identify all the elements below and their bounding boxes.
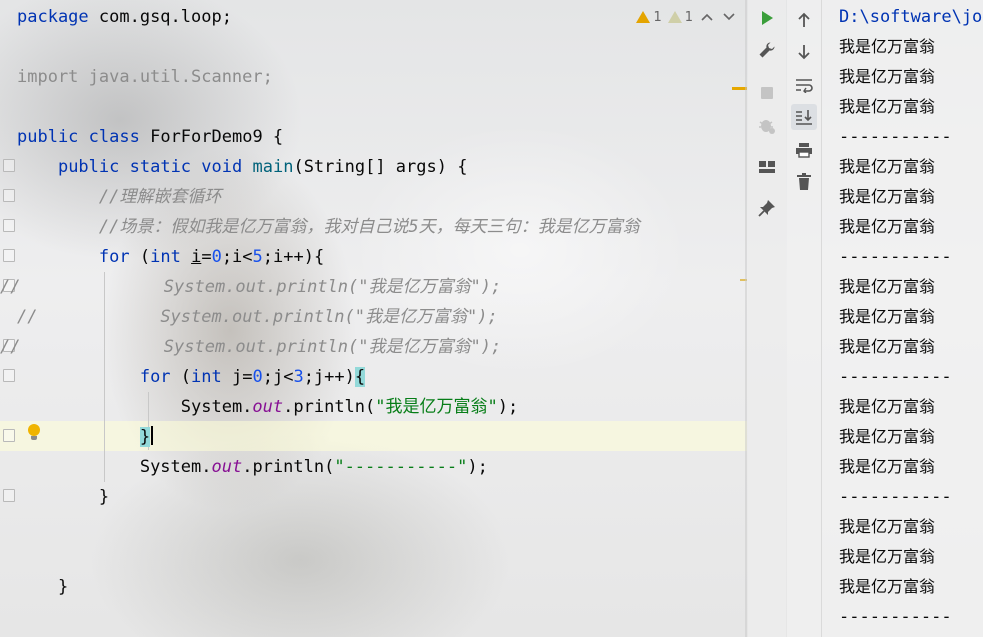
warning-icon: [636, 11, 651, 23]
console-separator: -----------: [839, 487, 952, 507]
code-line-10: // System.out.println("我是亿万富翁");: [0, 277, 502, 297]
console-output[interactable]: D:\software\jo 我是亿万富翁 我是亿万富翁 我是亿万富翁 ----…: [822, 0, 983, 637]
code-line-6: public static void main(String[] args) {: [57, 157, 468, 177]
chevron-up-icon[interactable]: [699, 9, 715, 25]
code-line-16: System.out.println("-----------");: [139, 457, 488, 477]
trash-icon[interactable]: [791, 169, 817, 195]
console-separator: -----------: [839, 607, 952, 627]
editor-scrollbar[interactable]: [745, 0, 747, 637]
scroll-to-end-icon[interactable]: [791, 104, 817, 130]
arrow-up-icon[interactable]: [791, 7, 817, 33]
code-line-17: }: [98, 487, 110, 507]
console-line: 我是亿万富翁: [839, 277, 936, 296]
code-area[interactable]: package com.gsq.loop; import java.util.S…: [0, 2, 640, 602]
code-line-13: for (int j=0;j<3;j++){: [139, 367, 366, 387]
fold-marker[interactable]: [3, 159, 15, 172]
console-line: 我是亿万富翁: [839, 157, 936, 176]
print-icon[interactable]: [791, 137, 817, 163]
console-line: 我是亿万富翁: [839, 427, 936, 446]
inspection-widget[interactable]: 1 1: [636, 6, 737, 28]
code-line-11: // System.out.println("我是亿万富翁");: [17, 307, 498, 327]
console-line: 我是亿万富翁: [839, 307, 936, 326]
chevron-down-icon[interactable]: [721, 9, 737, 25]
code-line-7: //理解嵌套循环: [98, 187, 222, 207]
run-toolbar: [748, 0, 786, 637]
console-line: 我是亿万富翁: [839, 67, 936, 86]
pin-icon[interactable]: [754, 195, 780, 221]
console-command-line: D:\software\jo: [839, 7, 983, 27]
code-line-9: for (int i=0;i<5;i++){: [98, 247, 325, 267]
arrow-down-icon[interactable]: [791, 39, 817, 65]
console-line: 我是亿万富翁: [839, 97, 936, 116]
fold-marker[interactable]: [3, 489, 15, 502]
text-caret: [151, 426, 154, 445]
code-line-1: package com.gsq.loop;: [17, 7, 232, 27]
console-toolbar: [787, 0, 822, 637]
weak-warning-icon: [667, 11, 682, 23]
debug-bug-icon[interactable]: [754, 112, 780, 138]
console-line: 我是亿万富翁: [839, 37, 936, 56]
code-line-5: public class ForForDemo9 {: [17, 127, 284, 147]
console-line: 我是亿万富翁: [839, 577, 936, 596]
fold-marker[interactable]: [3, 189, 15, 202]
code-line-15: }: [17, 422, 640, 452]
console-line: 我是亿万富翁: [839, 337, 936, 356]
layout-icon[interactable]: [754, 154, 780, 180]
code-editor[interactable]: package com.gsq.loop; import java.util.S…: [0, 0, 747, 637]
editor-gutter: [0, 0, 16, 637]
fold-marker[interactable]: [3, 249, 15, 262]
console-line: 我是亿万富翁: [839, 217, 936, 236]
weak-warnings-indicator[interactable]: 1: [667, 10, 693, 25]
fold-marker[interactable]: [3, 429, 15, 442]
console-separator: -----------: [839, 247, 952, 267]
console-line: 我是亿万富翁: [839, 547, 936, 566]
console-line: 我是亿万富翁: [839, 397, 936, 416]
warnings-indicator[interactable]: 1: [636, 10, 662, 25]
code-line-3: import java.util.Scanner;: [17, 67, 273, 87]
fold-marker[interactable]: [3, 369, 15, 382]
run-icon[interactable]: [754, 5, 780, 31]
code-line-14: System.out.println("我是亿万富翁");: [180, 397, 519, 417]
console-line: 我是亿万富翁: [839, 457, 936, 476]
code-line-20: }: [57, 577, 69, 597]
wrench-icon[interactable]: [754, 37, 780, 63]
console-line: 我是亿万富翁: [839, 187, 936, 206]
console-line: 我是亿万富翁: [839, 517, 936, 536]
code-line-12: // System.out.println("我是亿万富翁");: [0, 337, 502, 357]
console-separator: -----------: [839, 127, 952, 147]
console-separator: -----------: [839, 367, 952, 387]
code-line-8: //场景：假如我是亿万富翁，我对自己说5天，每天三句：我是亿万富翁: [98, 217, 640, 237]
fold-marker[interactable]: [3, 219, 15, 232]
stop-icon[interactable]: [754, 80, 780, 106]
soft-wrap-icon[interactable]: [791, 72, 817, 98]
